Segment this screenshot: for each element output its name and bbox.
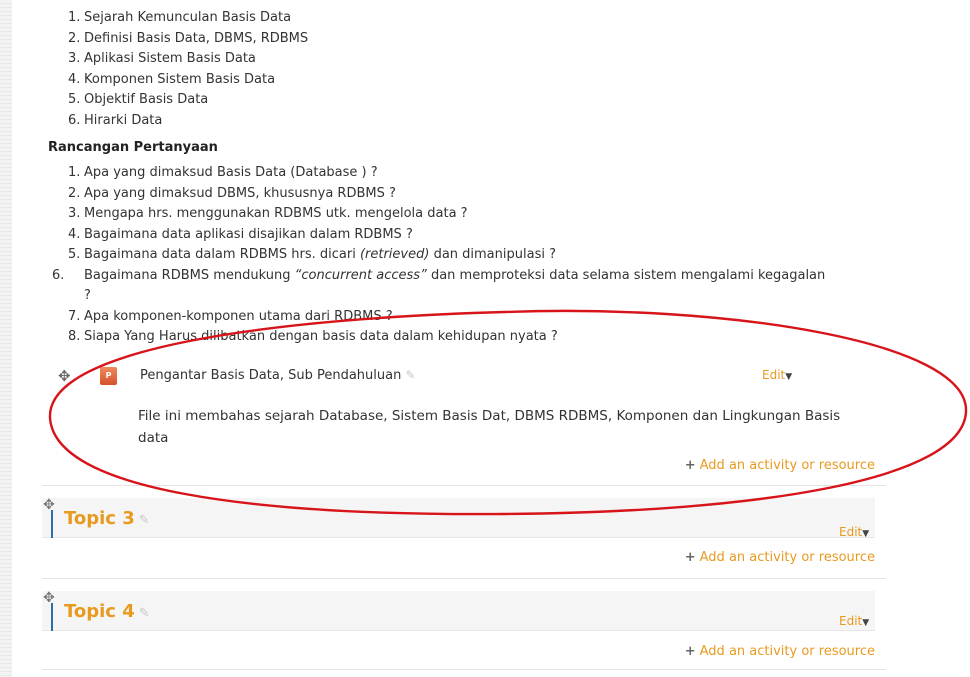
section-divider [42, 578, 886, 579]
add-activity-label[interactable]: Add an activity or resource [700, 458, 875, 473]
list-item-text: Bagaimana data aplikasi disajikan dalam … [84, 226, 413, 242]
resource-title-link[interactable]: Pengantar Basis Data, Sub Pendahuluan ✎ [140, 368, 415, 383]
list-item-text: Siapa Yang Harus dilibatkan dengan basis… [84, 329, 558, 344]
resource-edit-label[interactable]: Edit [762, 368, 785, 382]
plus-icon[interactable]: + [685, 458, 696, 473]
move-icon[interactable]: ✥ [58, 367, 76, 385]
list-item: 7. Apa komponen-komponen utama dari RDBMS… [68, 307, 828, 328]
list-item-text: Aplikasi Sistem Basis Data [84, 51, 256, 66]
list-item: 1. Sejarah Kemunculan Basis Data [68, 8, 308, 29]
edit-title-pencil-icon[interactable]: ✎ [139, 513, 150, 528]
list-item-number: 3. [68, 206, 81, 221]
list-item-text: Apa yang dimaksud DBMS, khususnya RDBMS … [84, 185, 396, 201]
list-item: 4. Bagaimana data aplikasi disajikan dala… [68, 225, 828, 246]
list-item: 5. Objektif Basis Data [68, 90, 308, 111]
caret-down-icon[interactable]: ▼ [862, 529, 869, 539]
list-item-number: 6. [68, 112, 81, 128]
plus-icon[interactable]: + [685, 550, 696, 565]
topic-3-title[interactable]: Topic 3 ✎ [64, 508, 150, 529]
questions-list: 1. Apa yang dimaksud Basis Data (Database… [52, 163, 828, 348]
powerpoint-file-icon: P [100, 367, 117, 385]
list-item-number: 7. [68, 308, 81, 324]
list-item: 3. Aplikasi Sistem Basis Data [68, 49, 308, 70]
list-item-text: Apa yang dimaksud Basis Data (Database )… [84, 165, 378, 180]
list-item-number: 5. [68, 247, 81, 262]
list-item-number: 6. [52, 267, 65, 283]
list-item: 1. Apa yang dimaksud Basis Data (Database… [68, 163, 828, 184]
add-activity-label[interactable]: Add an activity or resource [700, 550, 875, 565]
list-item: 2. Definisi Basis Data, DBMS, RDBMS [68, 29, 308, 50]
list-item-number: 8. [68, 329, 81, 344]
resource-description: File ini membahas sejarah Database, Sist… [138, 408, 841, 446]
list-item-text: Objektif Basis Data [84, 92, 209, 107]
questions-heading: Rancangan Pertanyaan [48, 140, 218, 155]
topic-edit-label[interactable]: Edit [839, 525, 862, 539]
list-item-number: 4. [68, 226, 81, 242]
topic-4-title[interactable]: Topic 4 ✎ [64, 601, 150, 622]
list-item-text: dan dimanipulasi ? [429, 247, 556, 262]
list-item: 3. Mengapa hrs. menggunakan RDBMS utk. me… [68, 204, 828, 225]
list-item-number: 1. [68, 165, 81, 180]
add-activity-link-topic4[interactable]: + Add an activity or resource [685, 644, 875, 659]
list-item-text: Sejarah Kemunculan Basis Data [84, 10, 292, 25]
list-item-text: Definisi Basis Data, DBMS, RDBMS [84, 30, 309, 46]
list-item-text: Hirarki Data [84, 112, 163, 128]
plus-icon[interactable]: + [685, 644, 696, 659]
list-item: 5. Bagaimana data dalam RDBMS hrs. dicari… [68, 245, 828, 266]
list-item-text: Mengapa hrs. menggunakan RDBMS utk. meng… [84, 206, 468, 221]
list-item-text: Bagaimana RDBMS mendukung [84, 267, 295, 283]
list-item-number: 2. [68, 185, 81, 201]
topic-4-edit-menu[interactable]: Edit▼ [839, 614, 869, 628]
list-item-text: Apa komponen-komponen utama dari RDBMS ? [84, 308, 393, 324]
list-item: 2. Apa yang dimaksud DBMS, khususnya RDBM… [68, 184, 828, 205]
edit-title-pencil-icon[interactable]: ✎ [139, 606, 150, 621]
list-item: 6. Hirarki Data [68, 111, 308, 132]
list-item: 4. Komponen Sistem Basis Data [68, 70, 308, 91]
topic-indicator-bar [51, 510, 53, 538]
list-item-emphasis: (retrieved) [359, 247, 430, 262]
add-activity-link-topic3[interactable]: + Add an activity or resource [685, 550, 875, 565]
list-item-text: Komponen Sistem Basis Data [84, 71, 276, 87]
topic-3-header: ✥ Topic 3 ✎ [42, 497, 875, 538]
topic-4-header: ✥ Topic 4 ✎ [42, 590, 875, 631]
add-activity-link-section2[interactable]: + Add an activity or resource [685, 458, 875, 473]
edit-title-pencil-icon[interactable]: ✎ [405, 368, 415, 382]
list-item-emphasis: “concurrent access” [294, 267, 427, 283]
topic-title-text[interactable]: Topic 3 [64, 508, 135, 529]
list-item-number: 3. [68, 51, 81, 66]
caret-down-icon[interactable]: ▼ [785, 372, 792, 382]
resource-row: ✥ P Pengantar Basis Data, Sub Pendahulua… [58, 367, 878, 391]
list-item-number: 2. [68, 30, 81, 46]
list-item-number: 1. [68, 10, 81, 25]
list-item: 6. Bagaimana RDBMS mendukung “concurrent … [52, 266, 828, 307]
list-item: 8. Siapa Yang Harus dilibatkan dengan bas… [68, 327, 828, 348]
resource-edit-menu[interactable]: Edit▼ [762, 368, 792, 382]
page-left-edge [0, 0, 12, 677]
topic-3-edit-menu[interactable]: Edit▼ [839, 525, 869, 539]
section-topics-list: 1. Sejarah Kemunculan Basis Data 2. Definis… [68, 8, 308, 131]
topic-title-text[interactable]: Topic 4 [64, 601, 135, 622]
resource-title[interactable]: Pengantar Basis Data, Sub Pendahuluan [140, 368, 401, 383]
topic-edit-label[interactable]: Edit [839, 614, 862, 628]
section-divider [42, 485, 886, 486]
list-item-text: Bagaimana data dalam RDBMS hrs. dicari [84, 247, 360, 262]
topic-indicator-bar [51, 603, 53, 631]
list-item-number: 5. [68, 92, 81, 107]
add-activity-label[interactable]: Add an activity or resource [700, 644, 875, 659]
section-divider [42, 669, 886, 670]
caret-down-icon[interactable]: ▼ [862, 618, 869, 628]
list-item-number: 4. [68, 71, 81, 87]
